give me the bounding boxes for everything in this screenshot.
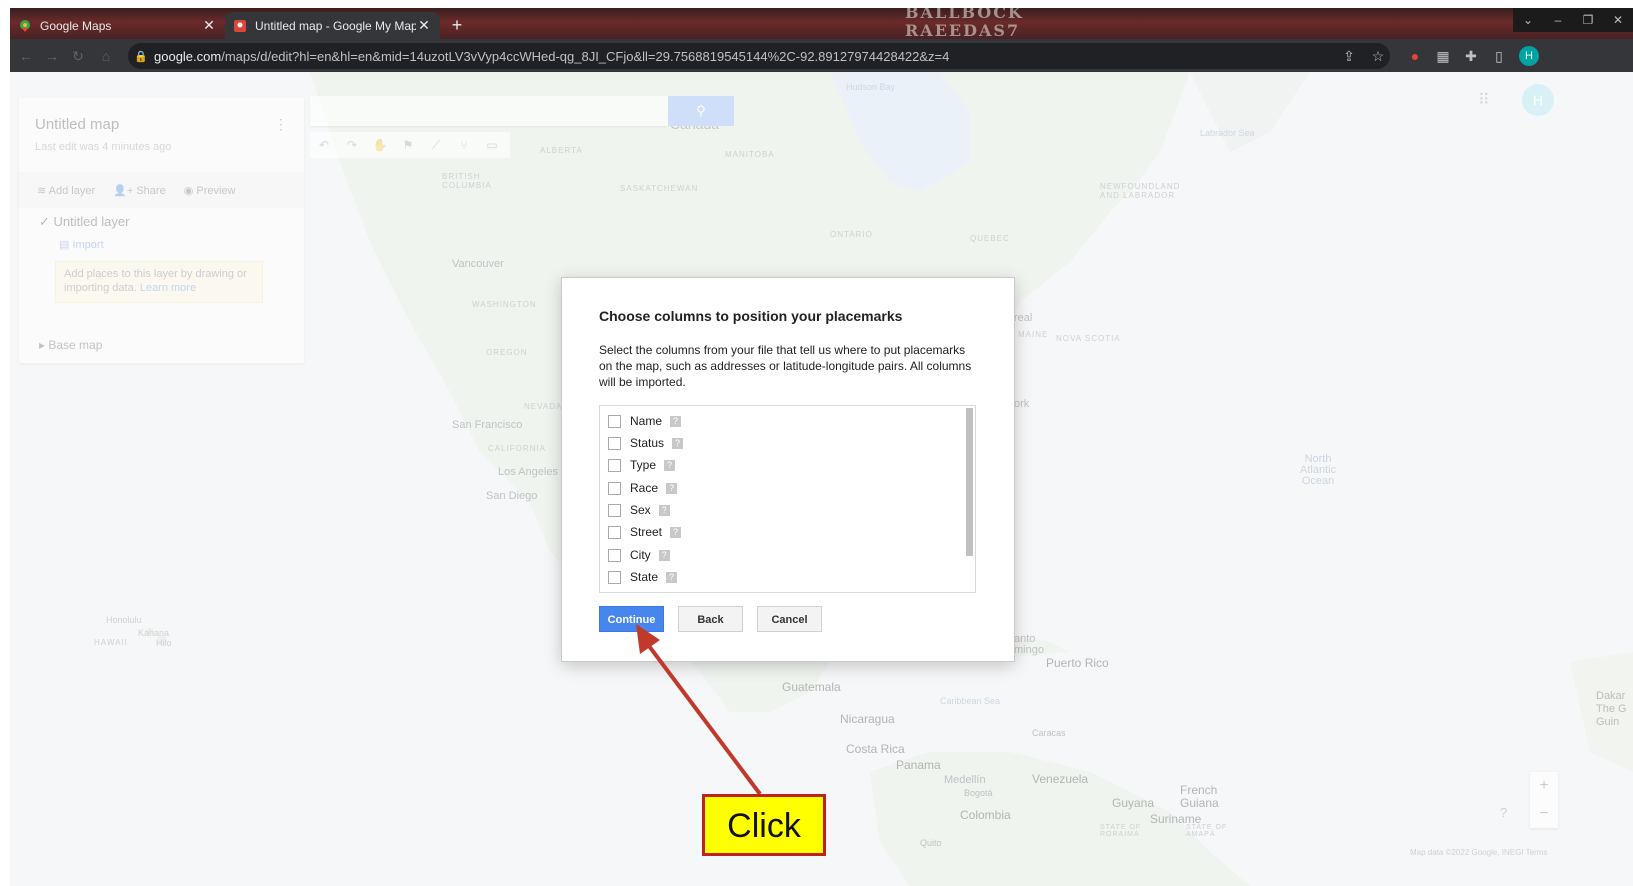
my-maps-icon: [234, 19, 246, 32]
tab-search-icon[interactable]: ⌄: [1513, 8, 1543, 32]
star-icon[interactable]: ☆: [1369, 47, 1387, 65]
puzzle-icon[interactable]: ✚: [1462, 47, 1480, 65]
close-window-icon[interactable]: ✕: [1603, 8, 1633, 32]
window-controls: ⌄ – ❐ ✕: [1513, 8, 1633, 32]
tab-strip: Google Maps ✕ Untitled map - Google My M…: [10, 8, 1633, 40]
profile-avatar[interactable]: H: [1519, 46, 1539, 66]
browser-toolbar: ← → ↻ ⌂ 🔒 google.com/maps/d/edit?hl=en&h…: [10, 39, 1633, 72]
url-text: google.com/maps/d/edit?hl=en&hl=en&mid=1…: [154, 48, 950, 64]
extension-icon-2[interactable]: ▦: [1434, 47, 1452, 65]
forward-arrow-icon[interactable]: →: [42, 46, 62, 66]
click-callout: Click: [702, 794, 826, 856]
minimize-icon[interactable]: –: [1543, 8, 1573, 32]
address-bar[interactable]: 🔒 google.com/maps/d/edit?hl=en&hl=en&mid…: [128, 43, 1390, 69]
share-icon[interactable]: ⇪: [1340, 47, 1358, 65]
browser-window: Google Maps ✕ Untitled map - Google My M…: [10, 8, 1633, 886]
close-tab-icon[interactable]: ✕: [416, 17, 432, 34]
home-icon[interactable]: ⌂: [96, 46, 116, 66]
tab-title: Untitled map - Google My Maps: [255, 18, 416, 33]
annotation-arrow: [636, 624, 762, 796]
google-maps-icon: [20, 19, 30, 32]
lock-icon: 🔒: [134, 50, 148, 63]
side-panel-icon[interactable]: ▯: [1490, 47, 1508, 65]
close-tab-icon[interactable]: ✕: [201, 17, 217, 34]
back-arrow-icon[interactable]: ←: [16, 46, 36, 66]
reload-icon[interactable]: ↻: [68, 46, 88, 66]
tab-my-maps[interactable]: Untitled map - Google My Maps ✕: [225, 12, 440, 39]
tab-title: Google Maps: [40, 18, 112, 33]
tab-google-maps[interactable]: Google Maps ✕: [10, 12, 225, 39]
watermark-logo: BALLBOCK RAEEDAS7: [905, 8, 1024, 40]
restore-icon[interactable]: ❐: [1573, 8, 1603, 32]
map-canvas[interactable]: Hudson Bay Canada Labrador Sea ALBERTA M…: [10, 72, 1633, 886]
new-tab-button[interactable]: +: [446, 14, 468, 36]
extension-icon[interactable]: ●: [1406, 47, 1424, 65]
